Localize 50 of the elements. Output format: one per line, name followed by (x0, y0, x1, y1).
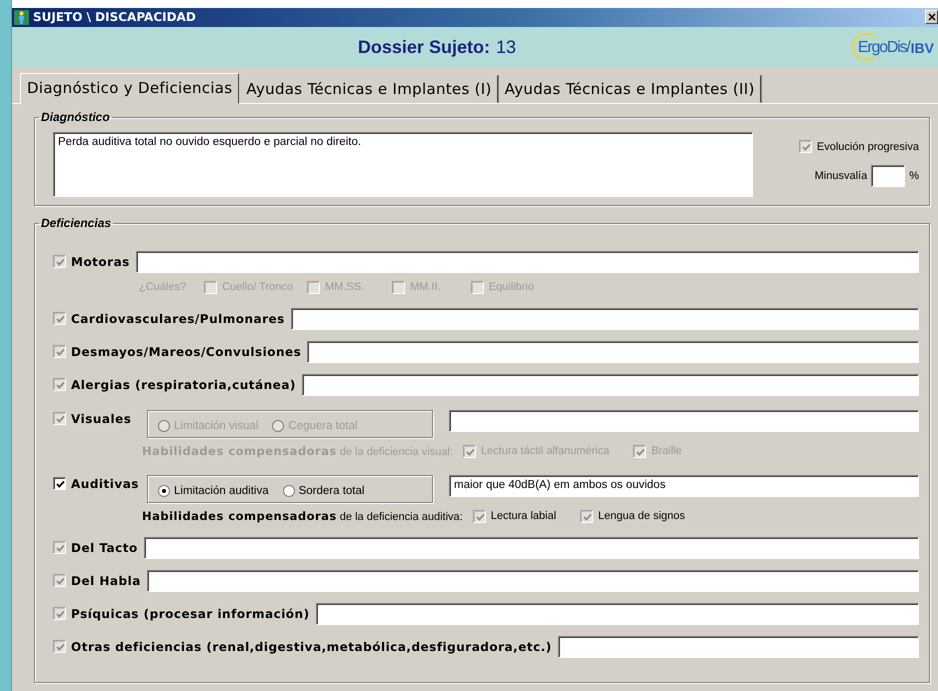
field-label: Minusvalía (814, 170, 868, 182)
checkbox-label: Equilibrio (488, 281, 534, 293)
checkbox-label: Psíquicas (procesar información) (71, 606, 310, 620)
diagnosis-field[interactable]: Perda auditiva total no ouvido esquerdo e parcial no direito. (53, 132, 753, 197)
checkbox-label: Evolución progresiva (816, 140, 919, 152)
text-field[interactable] (558, 636, 919, 658)
dossier-number: 13 (496, 37, 516, 58)
text-field[interactable] (449, 410, 919, 432)
radio-button[interactable]: Limitación auditiva (158, 484, 269, 496)
text-field[interactable]: maior que 40dB(A) em ambos os ouvidos (449, 475, 919, 497)
checkbox-label: Auditivas (71, 476, 139, 491)
unit-label: % (909, 170, 919, 182)
text-field[interactable] (146, 570, 919, 592)
checkbox-label: Otras deficiencias (renal,digestiva,metabólica,desfiguradora,etc.) (71, 640, 552, 654)
checkbox-label: MM.SS. (325, 281, 364, 293)
checkbox-label: Alergias (respiratoria,cutánea) (71, 378, 296, 392)
percent-field[interactable] (871, 165, 906, 187)
tab[interactable]: Diagnóstico y Deficiencias (20, 73, 240, 104)
radio-button[interactable]: Sordera total (282, 484, 364, 496)
group-title: Deficiencias (40, 216, 112, 230)
close-icon (928, 13, 936, 22)
checkbox-label: Cardiovasculares/Pulmonares (71, 312, 285, 326)
checkbox-label: Braille (651, 445, 682, 457)
checkbox-label: Visuales (71, 412, 132, 426)
window-title: SUJETO \ DISCAPACIDAD (33, 10, 197, 24)
checkbox-label: Lectura labial (490, 510, 556, 522)
checkbox[interactable] (53, 477, 66, 490)
text-field[interactable] (316, 602, 919, 624)
checkbox-label: Motoras (71, 254, 130, 268)
text-field[interactable] (302, 374, 919, 396)
checkbox-label: Lectura táctil alfanumérica (480, 445, 610, 457)
text-field[interactable] (136, 250, 919, 272)
tab[interactable]: Ayudas Técnicas e Implantes (II) (498, 75, 761, 103)
logo: ErgoDis/IBV (852, 32, 934, 64)
checkbox-label: Del Tacto (71, 540, 138, 554)
text-field[interactable] (307, 340, 919, 362)
skills-label: Habilidades compensadoras de la deficiencia visual: (142, 444, 453, 458)
person-icon (14, 10, 29, 25)
checkbox-label: Cuello/ Tronco (222, 281, 294, 293)
group-title: Diagnóstico (40, 110, 111, 124)
dossier-label: Dossier Sujeto: (358, 37, 490, 58)
checkbox-label: Lengua de signos (598, 510, 686, 522)
checkbox-label: MM.II. (410, 281, 441, 293)
text-field[interactable] (144, 536, 919, 558)
skills-label: Habilidades compensadoras de la deficiencia auditiva: (142, 509, 463, 523)
question-label: ¿Cuáles? (139, 281, 186, 293)
text-field[interactable] (290, 308, 919, 330)
checkbox-label: Del Habla (71, 574, 141, 588)
checkbox-label: Desmayos/Mareos/Convulsiones (71, 344, 302, 358)
close-button[interactable] (925, 10, 938, 24)
